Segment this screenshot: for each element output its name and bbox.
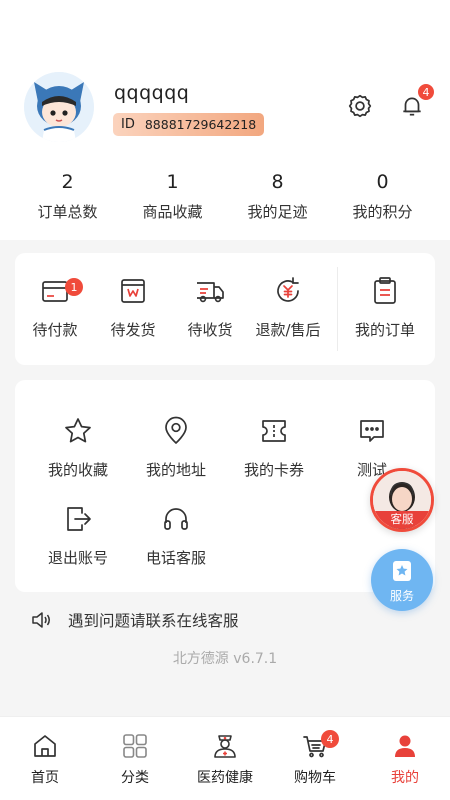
service-label: 退出账号 — [47, 549, 108, 567]
service-label: 我的卡券 — [243, 461, 304, 479]
gear-icon — [348, 94, 372, 118]
message-icon — [360, 420, 384, 442]
home-icon — [34, 735, 56, 757]
nurse-icon — [214, 735, 236, 758]
service-label: 我的收藏 — [47, 461, 108, 479]
notifications-button[interactable]: 4 — [395, 83, 435, 123]
tab-category[interactable]: 分类 — [90, 717, 180, 800]
tab-label: 购物车 — [294, 770, 336, 786]
order-pending-shipment[interactable]: 待发货 — [93, 253, 173, 365]
stat-points[interactable]: 0 我的积分 — [330, 168, 435, 230]
refund-icon — [277, 277, 299, 302]
order-label: 待付款 — [32, 321, 78, 339]
stat-orders-total[interactable]: 2 订单总数 — [15, 168, 120, 230]
cart-badge: 4 — [321, 730, 339, 748]
stat-label: 我的积分 — [352, 203, 413, 221]
tab-home[interactable]: 首页 — [0, 717, 90, 800]
grid-icon — [123, 734, 147, 758]
tab-cart[interactable]: 4 购物车 — [270, 717, 360, 800]
tab-mine[interactable]: 我的 — [360, 717, 450, 800]
notice-text: 遇到问题请联系在线客服 — [68, 612, 239, 630]
orders-card: 1 待付款 待发货 待收货 退款/售后 我的订单 — [15, 253, 435, 365]
service-label: 电话客服 — [145, 549, 206, 567]
service-logout[interactable]: 退出账号 — [29, 504, 127, 584]
avatar[interactable] — [24, 72, 94, 142]
stat-label: 商品收藏 — [142, 203, 203, 221]
order-refund-aftersale[interactable]: 退款/售后 — [248, 253, 328, 365]
my-orders-link[interactable]: 我的订单 — [345, 253, 425, 365]
order-pending-payment[interactable]: 1 待付款 — [15, 253, 95, 365]
speaker-icon — [32, 612, 50, 628]
tab-label: 我的 — [391, 770, 419, 786]
stats-row: 2 订单总数 1 商品收藏 8 我的足迹 0 我的积分 — [15, 168, 435, 230]
stat-label: 订单总数 — [37, 203, 98, 221]
stat-value: 8 — [271, 171, 284, 193]
service-label: 我的地址 — [145, 461, 206, 479]
headset-icon — [164, 508, 188, 530]
service-float-label: 服务 — [389, 589, 414, 603]
tab-label: 医药健康 — [197, 770, 253, 786]
service-address[interactable]: 我的地址 — [127, 416, 225, 496]
order-label: 我的订单 — [354, 321, 415, 339]
user-id-badge: ID 88881729642218 — [113, 113, 265, 136]
order-label: 退款/售后 — [255, 321, 321, 339]
truck-icon — [197, 282, 224, 303]
stat-value: 2 — [61, 171, 74, 193]
customer-service-float-button[interactable]: 客服 — [370, 468, 434, 532]
user-icon — [395, 735, 415, 757]
service-coupons[interactable]: 我的卡券 — [225, 416, 323, 496]
service-phone-support[interactable]: 电话客服 — [127, 504, 225, 584]
username: qqqqqq — [114, 82, 190, 104]
notice-bar: 遇到问题请联系在线客服 — [30, 607, 239, 633]
id-label: ID — [121, 117, 135, 132]
profile-header: qqqqqq ID 88881729642218 4 — [0, 60, 450, 160]
stat-value: 1 — [166, 171, 179, 193]
service-float-button[interactable]: 服务 — [371, 549, 433, 611]
app-version: 北方德源 v6.7.1 — [172, 651, 278, 667]
stat-label: 我的足迹 — [247, 203, 308, 221]
orders-divider — [337, 267, 338, 351]
package-icon — [121, 279, 145, 303]
order-label: 待收货 — [187, 321, 233, 339]
order-label: 待发货 — [110, 321, 156, 339]
service-favorites[interactable]: 我的收藏 — [29, 416, 127, 496]
customer-service-label: 客服 — [373, 511, 431, 529]
settings-button[interactable] — [343, 89, 377, 123]
logout-icon — [67, 507, 91, 531]
service-card-icon — [393, 561, 411, 581]
order-pending-receipt[interactable]: 待收货 — [170, 253, 250, 365]
clipboard-icon — [374, 277, 396, 304]
tab-medicine-health[interactable]: 医药健康 — [180, 717, 270, 800]
bottom-tab-bar: 首页 分类 医药健康 4 购物车 我的 — [0, 716, 450, 800]
stat-favorites[interactable]: 1 商品收藏 — [120, 168, 225, 230]
star-icon — [65, 418, 91, 443]
notification-badge: 4 — [417, 83, 435, 101]
location-icon — [165, 416, 187, 444]
stat-value: 0 — [376, 171, 389, 193]
tab-label: 分类 — [121, 770, 149, 786]
pending-payment-badge: 1 — [65, 278, 83, 296]
stat-footprints[interactable]: 8 我的足迹 — [225, 168, 330, 230]
id-value: 88881729642218 — [144, 117, 257, 132]
ticket-icon — [262, 420, 286, 442]
tab-label: 首页 — [31, 770, 59, 786]
